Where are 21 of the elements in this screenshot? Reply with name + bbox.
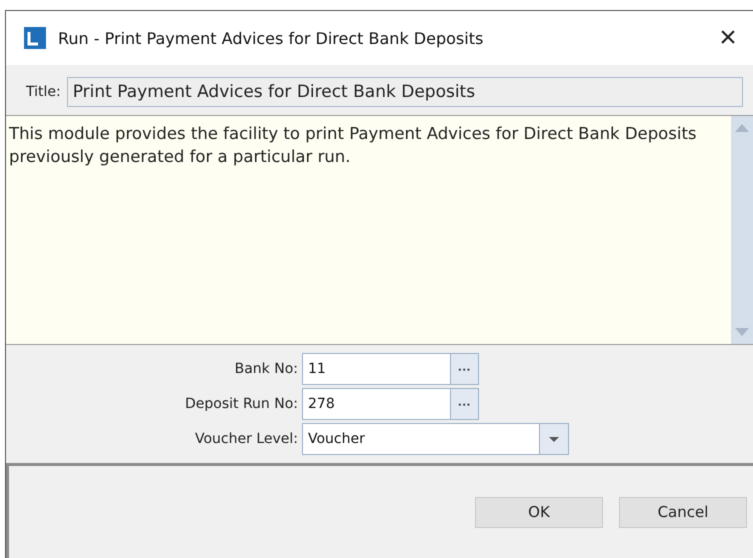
field-label: Bank No: bbox=[234, 361, 298, 377]
cancel-button[interactable]: Cancel bbox=[619, 496, 747, 528]
lookup-button[interactable]: ··· bbox=[450, 354, 478, 384]
close-button[interactable]: × bbox=[703, 13, 753, 63]
scroll-down-icon[interactable] bbox=[735, 328, 749, 336]
field-label: Title: bbox=[26, 84, 61, 100]
window-title: Run - Print Payment Advices for Direct Bank Deposits bbox=[58, 28, 484, 48]
field-label: Deposit Run No: bbox=[184, 396, 298, 412]
ok-button[interactable]: OK bbox=[475, 496, 603, 528]
lookup-button[interactable]: ··· bbox=[450, 389, 478, 419]
app-logo-icon bbox=[24, 27, 46, 49]
title-field[interactable]: Print Payment Advices for Direct Bank Deposits bbox=[66, 77, 743, 107]
caret-icon bbox=[549, 436, 559, 442]
dropdown-field[interactable]: Voucher bbox=[302, 423, 569, 455]
dropdown-button[interactable] bbox=[539, 424, 568, 454]
description-text: This module provides the facility to print Payment Advices for Direct Bank Deposits previously generated for a particular run. bbox=[8, 123, 698, 168]
scrollbar[interactable] bbox=[731, 116, 753, 344]
field-label: Voucher Level: bbox=[195, 431, 298, 447]
scroll-up-icon[interactable] bbox=[735, 124, 749, 132]
lookup-field[interactable]: 11 ··· bbox=[302, 353, 479, 385]
lookup-field[interactable]: 278 ··· bbox=[302, 388, 479, 420]
